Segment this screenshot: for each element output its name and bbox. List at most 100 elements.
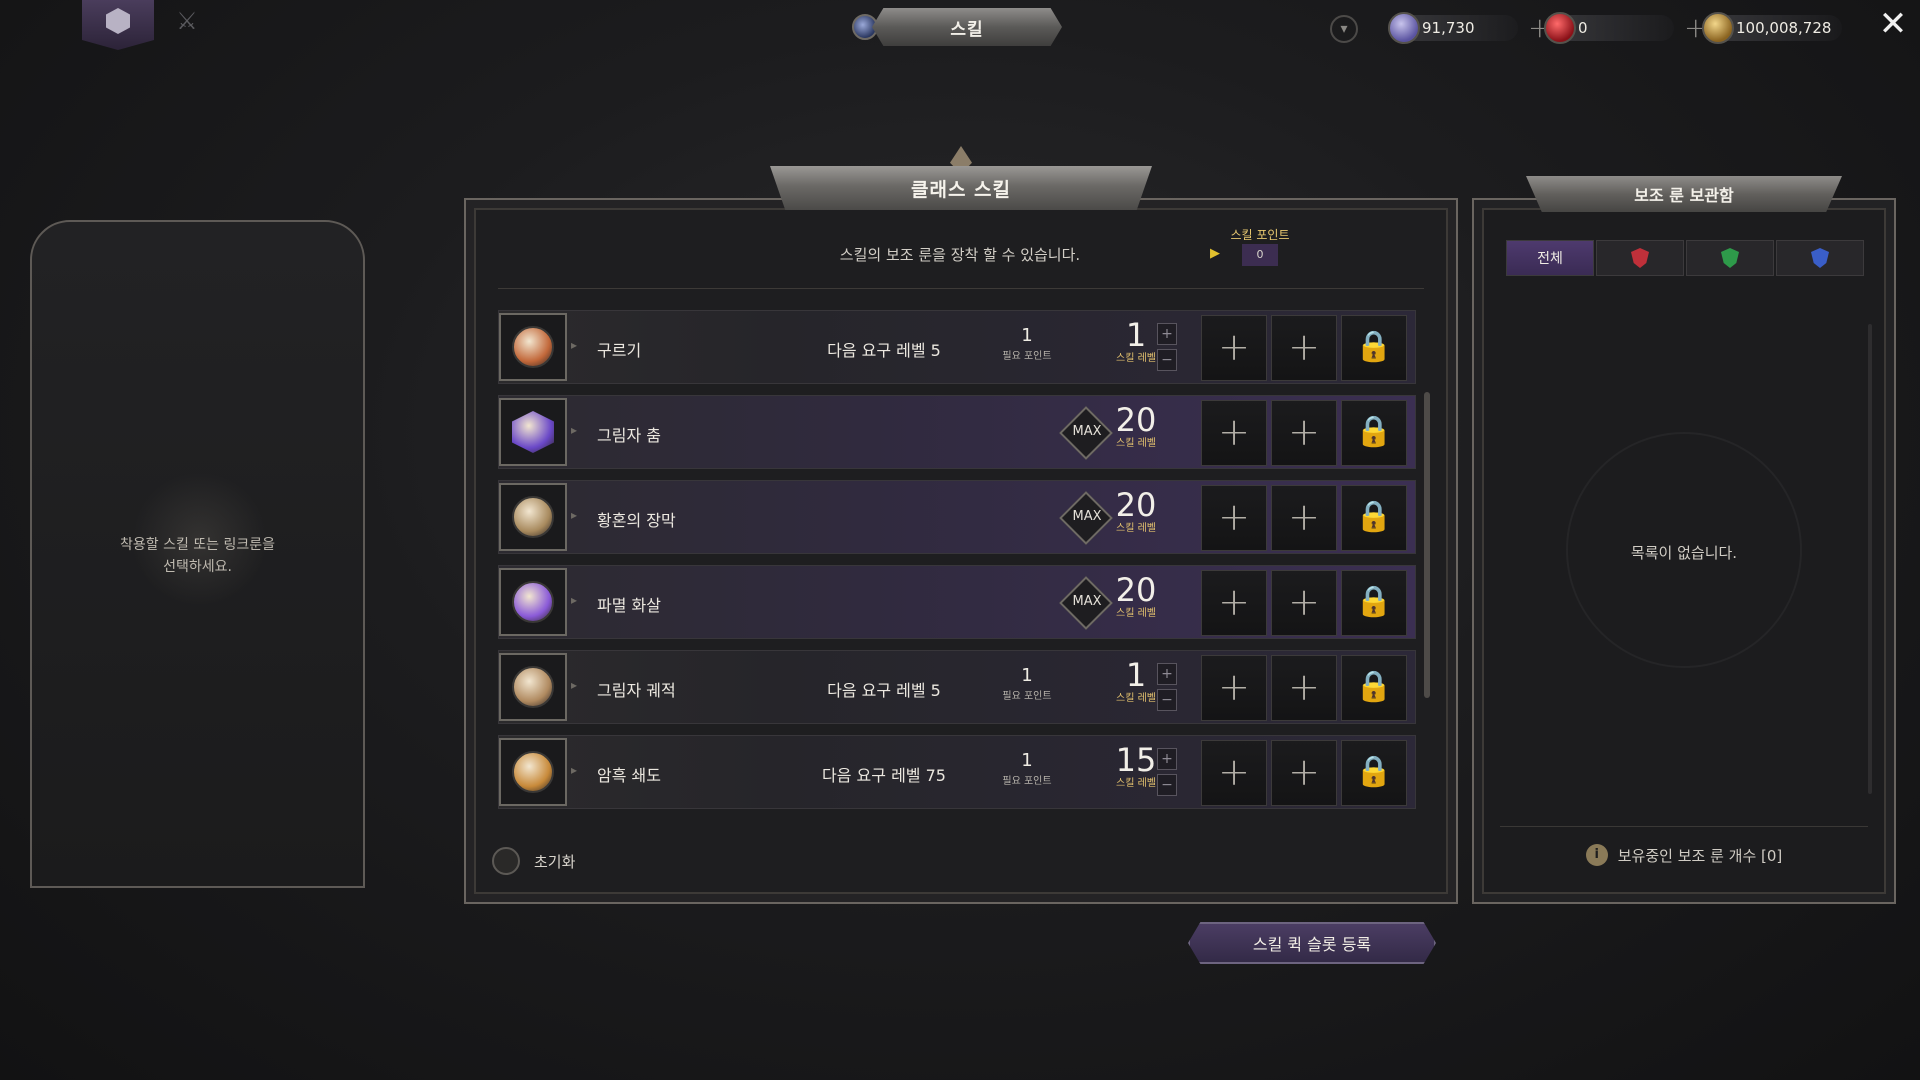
close-button[interactable]: ✕ <box>1876 6 1910 42</box>
crossed-swords-icon[interactable]: ⚔ <box>172 6 202 36</box>
skill-row[interactable]: ▸ 그림자 춤 MAX 20 스킬 레벨 + + 🔒 <box>498 395 1416 469</box>
hexagon-icon <box>106 8 130 34</box>
rune-slot-2[interactable]: + <box>1271 315 1337 381</box>
locked-rune-slot[interactable]: 🔒 <box>1341 740 1407 806</box>
skill-icon-frame[interactable] <box>499 483 567 551</box>
skill-row[interactable]: ▸ 파멸 화살 MAX 20 스킬 레벨 + + 🔒 <box>498 565 1416 639</box>
skill-name: 황혼의 장막 <box>597 511 676 530</box>
skill-list-scrollbar[interactable] <box>1424 392 1430 698</box>
skill-icon-frame[interactable] <box>499 738 567 806</box>
locked-rune-slot[interactable]: 🔒 <box>1341 400 1407 466</box>
rune-slot-1[interactable]: + <box>1201 570 1267 636</box>
skill-level: 20 스킬 레벨 <box>1111 400 1161 449</box>
sub-rune-storage-header: 보조 룬 보관함 <box>1526 176 1842 212</box>
max-label: MAX <box>1072 594 1102 609</box>
max-label: MAX <box>1072 509 1102 524</box>
locked-rune-slot[interactable]: 🔒 <box>1341 655 1407 721</box>
chevron-right-icon: ▸ <box>571 338 578 352</box>
level-down-button[interactable]: − <box>1157 689 1177 711</box>
skill-icon-frame[interactable] <box>499 313 567 381</box>
need-points: 1 필요 포인트 <box>997 325 1057 362</box>
tab-blue-rune[interactable] <box>1776 240 1864 276</box>
skill-requirement: 다음 요구 레벨 5 <box>827 681 941 700</box>
skill-level: 1 스킬 레벨 <box>1111 655 1161 704</box>
reset-icon <box>492 847 520 875</box>
lock-icon: 🔒 <box>1355 499 1393 534</box>
level-up-button[interactable]: + <box>1157 663 1177 685</box>
skill-row[interactable]: ▸ 그림자 궤적 다음 요구 레벨 5 1 필요 포인트 1 스킬 레벨 + − + + 🔒 <box>498 650 1416 724</box>
skill-level-label: 스킬 레벨 <box>1116 438 1156 449</box>
skill-icon-frame[interactable] <box>499 568 567 636</box>
equip-hint-line2: 선택하세요. <box>163 559 232 575</box>
rune-slot-2[interactable]: + <box>1271 570 1337 636</box>
skill-row[interactable]: ▸ 황혼의 장막 MAX 20 스킬 레벨 + + 🔒 <box>498 480 1416 554</box>
ruby-icon <box>1544 12 1576 44</box>
locked-rune-slot[interactable]: 🔒 <box>1341 485 1407 551</box>
skill-quickslot-register-button[interactable]: 스킬 퀵 슬롯 등록 <box>1188 922 1436 964</box>
rune-slot-1[interactable]: + <box>1201 740 1267 806</box>
skill-icon <box>512 581 554 623</box>
rune-slot-2[interactable]: + <box>1271 485 1337 551</box>
skill-level-label: 스킬 레벨 <box>1116 608 1156 619</box>
rune-count-text: 보유중인 보조 룬 개수 [0] <box>1617 846 1783 865</box>
skill-name: 암흑 쇄도 <box>597 766 661 785</box>
need-points-label: 필요 포인트 <box>1002 691 1052 702</box>
rune-slot-2[interactable]: + <box>1271 400 1337 466</box>
level-up-button[interactable]: + <box>1157 748 1177 770</box>
rune-slot-1[interactable]: + <box>1201 655 1267 721</box>
level-down-button[interactable]: − <box>1157 774 1177 796</box>
tab-all[interactable]: 전체 <box>1506 240 1594 276</box>
chevron-right-icon: ▸ <box>571 423 578 437</box>
gold-coin-icon <box>1702 12 1734 44</box>
rune-slot-2[interactable]: + <box>1271 655 1337 721</box>
level-up-button[interactable]: + <box>1157 323 1177 345</box>
rune-slot-1[interactable]: + <box>1201 485 1267 551</box>
skill-icon <box>512 496 554 538</box>
divider <box>1500 826 1868 827</box>
tab-green-rune[interactable] <box>1686 240 1774 276</box>
skill-row[interactable]: ▸ 암흑 쇄도 다음 요구 레벨 75 1 필요 포인트 15 스킬 레벨 + − + + 🔒 <box>498 735 1416 809</box>
skill-name: 구르기 <box>597 341 642 360</box>
skill-points-value: 0 <box>1242 244 1278 266</box>
blue-rune-icon <box>1811 248 1829 268</box>
need-points-value: 1 <box>1021 750 1033 771</box>
skill-requirement: 다음 요구 레벨 5 <box>827 341 941 360</box>
locked-rune-slot[interactable]: 🔒 <box>1341 315 1407 381</box>
lock-icon: 🔒 <box>1355 584 1393 619</box>
skill-name: 그림자 춤 <box>597 426 661 445</box>
level-down-button[interactable]: − <box>1157 349 1177 371</box>
locked-rune-slot[interactable]: 🔒 <box>1341 570 1407 636</box>
max-label: MAX <box>1072 424 1102 439</box>
skill-icon-frame[interactable] <box>499 398 567 466</box>
skill-icon-frame[interactable] <box>499 653 567 721</box>
skill-name: 그림자 궤적 <box>597 681 676 700</box>
reset-label: 초기화 <box>534 852 576 871</box>
skill-requirement: 다음 요구 레벨 75 <box>822 766 946 785</box>
need-points-value: 1 <box>1021 665 1033 686</box>
equip-preview-panel: 착용할 스킬 또는 링크룬을 선택하세요. <box>30 220 365 888</box>
crystal-icon <box>1388 12 1420 44</box>
chevron-right-icon: ▸ <box>571 593 578 607</box>
reset-button[interactable]: 초기화 <box>492 846 575 876</box>
skill-level: 15 스킬 레벨 <box>1111 740 1161 789</box>
rune-list-scrollbar[interactable] <box>1868 324 1872 794</box>
rune-slot-2[interactable]: + <box>1271 740 1337 806</box>
skill-level: 20 스킬 레벨 <box>1111 570 1161 619</box>
skill-row[interactable]: ▸ 구르기 다음 요구 레벨 5 1 필요 포인트 1 스킬 레벨 + − + + 🔒 <box>498 310 1416 384</box>
chevron-down-icon[interactable]: ▾ <box>1330 15 1358 43</box>
currency-crystal: 91,730 + <box>1388 10 1551 46</box>
green-rune-icon <box>1721 248 1739 268</box>
skill-icon <box>512 411 554 453</box>
currency-gold: 100,008,728 <box>1702 10 1842 46</box>
page-title: 스킬 <box>872 8 1062 46</box>
lock-icon: 🔒 <box>1355 669 1393 704</box>
rune-slot-1[interactable]: + <box>1201 400 1267 466</box>
need-points: 1 필요 포인트 <box>997 665 1057 702</box>
tab-red-rune[interactable] <box>1596 240 1684 276</box>
profile-emblem[interactable] <box>82 0 154 50</box>
skill-name: 파멸 화살 <box>597 596 661 615</box>
need-points: 1 필요 포인트 <box>997 750 1057 787</box>
rune-slot-1[interactable]: + <box>1201 315 1267 381</box>
lock-icon: 🔒 <box>1355 414 1393 449</box>
tab-all-label: 전체 <box>1537 251 1563 267</box>
